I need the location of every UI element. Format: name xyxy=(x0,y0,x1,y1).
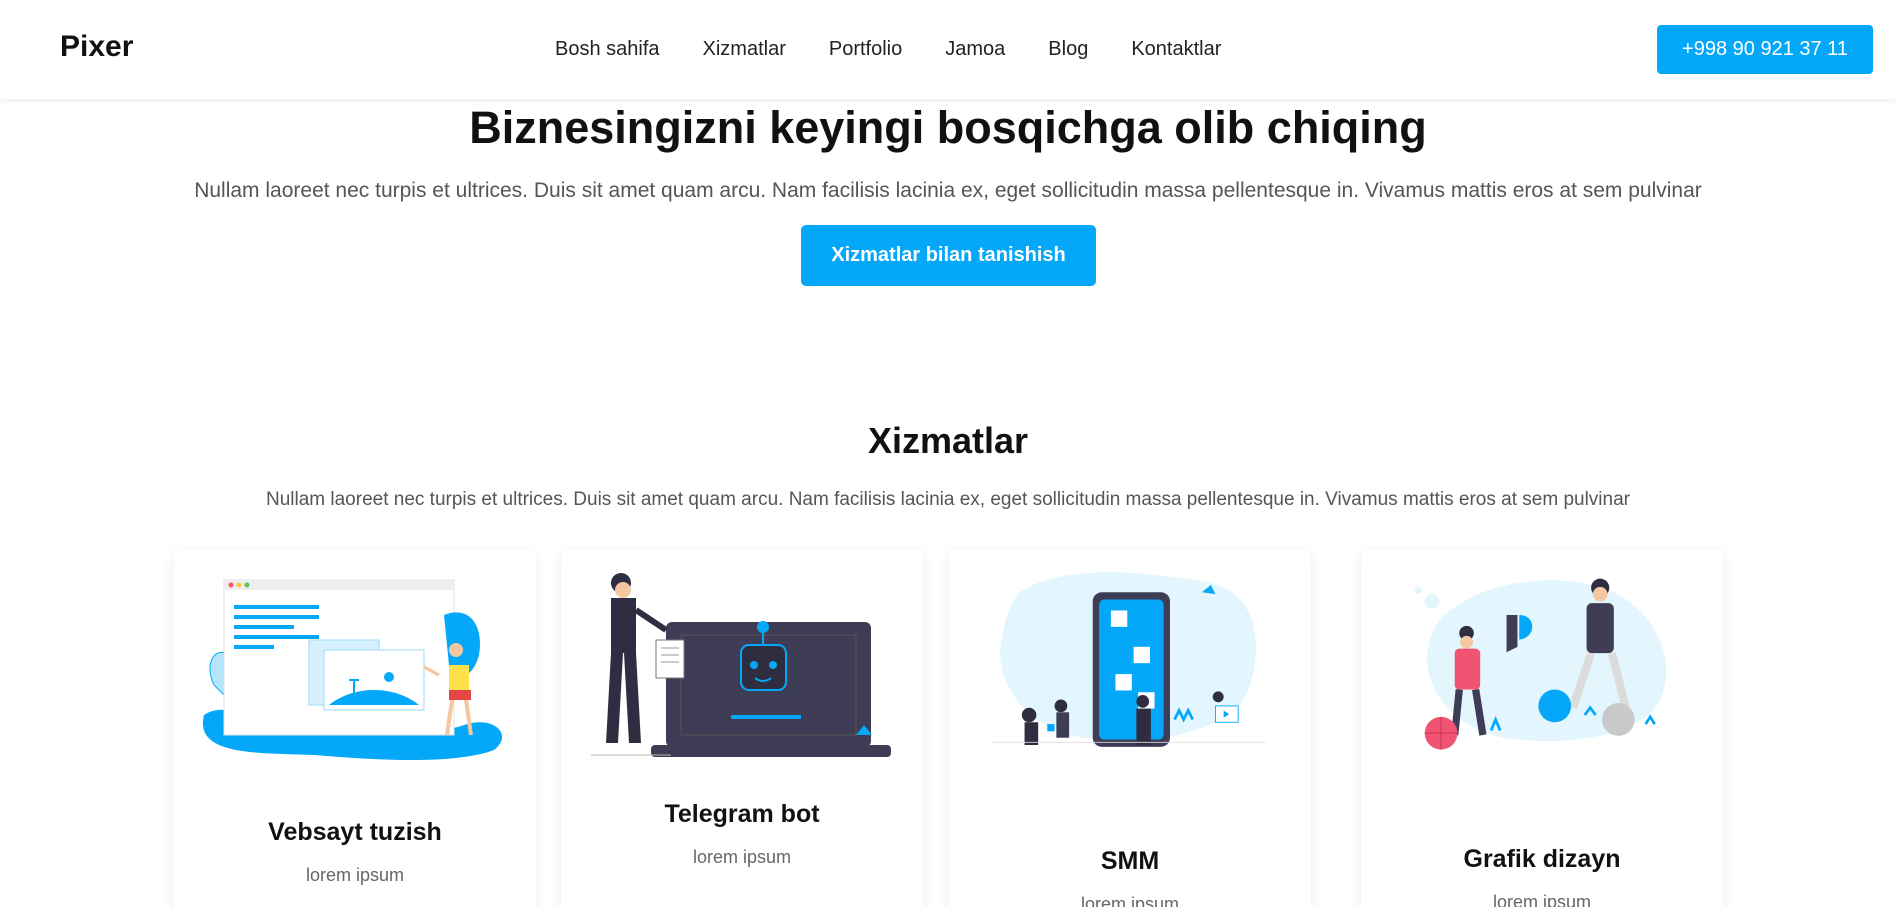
nav-xizmatlar[interactable]: Xizmatlar xyxy=(703,38,786,61)
card-title: Vebsayt tuzish xyxy=(268,818,442,846)
hero-text: Nullam laoreet nec turpis et ultrices. D… xyxy=(194,179,1702,202)
service-card-website[interactable]: Vebsayt tuzish lorem ipsum xyxy=(174,550,536,907)
services-text: Nullam laoreet nec turpis et ultrices. D… xyxy=(265,489,1630,510)
services-title: Xizmatlar xyxy=(867,420,1029,461)
card-title: SMM xyxy=(1100,847,1160,875)
hero-title: Biznesingizni keyingi bosqichga olib chi… xyxy=(469,102,1427,153)
nav-bosh-sahifa[interactable]: Bosh sahifa xyxy=(555,38,660,61)
card-subtitle: lorem ipsum xyxy=(1492,892,1592,907)
service-card-telegram-bot[interactable]: Telegram bot lorem ipsum xyxy=(561,550,923,907)
card-title: Grafik dizayn xyxy=(1463,845,1621,873)
card-subtitle: lorem ipsum xyxy=(692,847,792,867)
site-header: Pixer Bosh sahifa Xizmatlar Portfolio Ja… xyxy=(0,0,1896,99)
hero-cta-button[interactable]: Xizmatlar bilan tanishish xyxy=(801,225,1096,286)
nav-kontaktlar[interactable]: Kontaktlar xyxy=(1131,38,1221,61)
smm-illustration-icon xyxy=(992,572,1266,747)
phone-button[interactable]: +998 90 921 37 11 xyxy=(1657,25,1873,74)
card-subtitle: lorem ipsum xyxy=(305,865,405,885)
bot-illustration-icon xyxy=(591,573,891,757)
nav-portfolio[interactable]: Portfolio xyxy=(829,38,902,61)
design-illustration-icon xyxy=(1414,578,1667,750)
service-card-graphic-design[interactable]: Grafik dizayn lorem ipsum xyxy=(1361,550,1723,907)
card-subtitle: lorem ipsum xyxy=(1080,894,1180,907)
nav-blog[interactable]: Blog xyxy=(1048,38,1088,61)
website-illustration-icon xyxy=(202,579,503,760)
card-title: Telegram bot xyxy=(664,800,820,828)
main-nav: Bosh sahifa Xizmatlar Portfolio Jamoa Bl… xyxy=(555,38,1264,61)
logo[interactable]: Pixer xyxy=(60,30,133,64)
nav-jamoa[interactable]: Jamoa xyxy=(945,38,1005,61)
service-card-smm[interactable]: SMM lorem ipsum xyxy=(949,550,1311,907)
